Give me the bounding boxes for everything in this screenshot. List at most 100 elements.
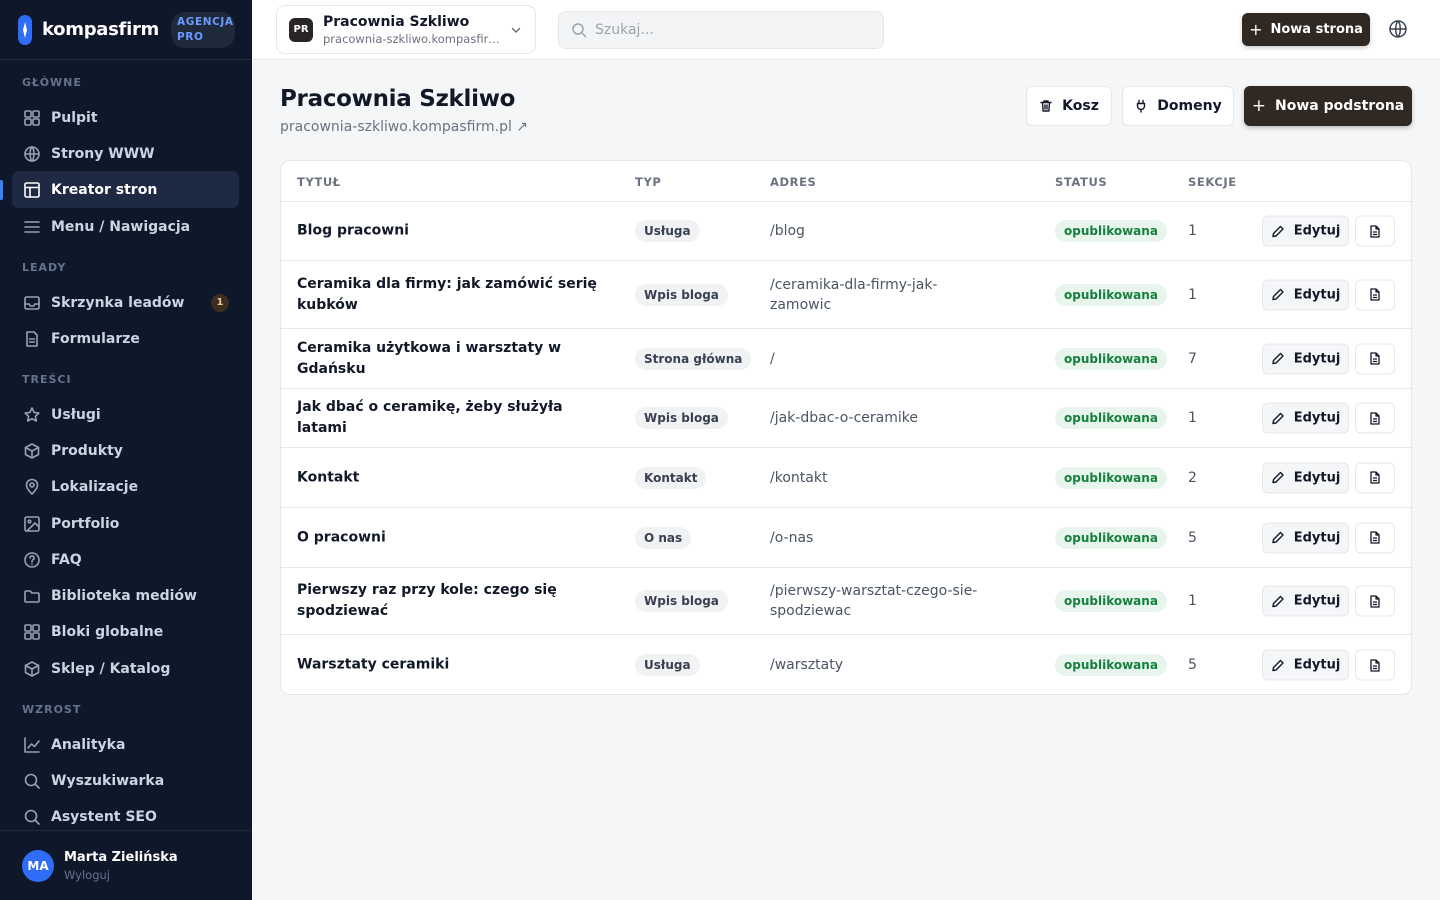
page-title-cell[interactable]: Warsztaty ceramiki [297, 655, 597, 676]
sidebar-item-menu-nawigacja[interactable]: Menu / Nawigacja [12, 208, 239, 245]
table-row[interactable]: Ceramika użytkowa i warsztaty w Gdańsku S… [281, 329, 1411, 389]
brand[interactable]: kompasfirm AGENCJA PRO [0, 0, 252, 60]
search-input[interactable] [595, 22, 875, 38]
edit-button[interactable]: Edytuj [1262, 649, 1349, 681]
preview-button[interactable] [1355, 649, 1395, 681]
preview-button[interactable] [1355, 402, 1395, 434]
sidebar-item-skrzynka-leadow[interactable]: Skrzynka leadów 1 [12, 284, 239, 321]
sidebar-item-portfolio[interactable]: Portfolio [12, 505, 239, 542]
active-indicator [0, 180, 3, 200]
site-link[interactable]: pracownia-szkliwo.kompasfirm.pl ↗ [280, 119, 528, 135]
box-icon [24, 442, 40, 459]
site-name: Pracownia Szkliwo [323, 13, 470, 30]
page-title-cell[interactable]: Blog pracowni [297, 221, 597, 242]
page-title-cell[interactable]: Jak dbać o ceramikę, żeby służyła latami [297, 397, 597, 439]
document-icon [1370, 224, 1380, 238]
sidebar-item-strony-www[interactable]: Strony WWW [12, 135, 239, 172]
sidebar-item-produkty[interactable]: Produkty [12, 432, 239, 469]
edit-button[interactable]: Edytuj [1262, 522, 1349, 553]
sidebar-item-lokalizacje[interactable]: Lokalizacje [12, 468, 239, 505]
sections-count: 1 [1188, 410, 1197, 426]
document-icon [1370, 594, 1380, 608]
type-badge: Usługa [635, 654, 700, 676]
status-badge: opublikowana [1055, 220, 1167, 242]
sections-count: 7 [1188, 350, 1197, 367]
address-cell: /blog [770, 223, 805, 239]
edit-button[interactable]: Edytuj [1262, 215, 1349, 247]
document-icon [1370, 288, 1380, 301]
sidebar-item-uslugi[interactable]: Usługi [12, 396, 239, 433]
menu-icon [24, 220, 40, 233]
col-address: ADRES [770, 175, 817, 189]
logout-link[interactable]: Wyloguj [64, 868, 178, 882]
table-row[interactable]: Ceramika dla firmy: jak zamówić serię ku… [281, 261, 1411, 329]
edit-button[interactable]: Edytuj [1262, 343, 1349, 374]
sections-count: 5 [1188, 657, 1197, 673]
preview-button[interactable] [1355, 215, 1395, 247]
page-title-cell[interactable]: Ceramika użytkowa i warsztaty w Gdańsku [297, 338, 597, 380]
page-title-cell[interactable]: O pracowni [297, 527, 597, 548]
sidebar-item-sklep-katalog[interactable]: Sklep / Katalog [12, 650, 239, 687]
edit-label: Edytuj [1293, 530, 1341, 545]
help-icon [24, 551, 40, 568]
trash-button[interactable]: Kosz [1026, 86, 1112, 126]
user-name: Marta Zielińska [64, 849, 178, 865]
trash-label: Kosz [1062, 98, 1099, 114]
address-cell: /kontakt [770, 469, 828, 486]
table-row[interactable]: Pierwszy raz przy kole: czego się spodzi… [281, 568, 1411, 635]
page-title-cell[interactable]: Ceramika dla firmy: jak zamówić serię ku… [297, 274, 597, 316]
sidebar-item-analityka[interactable]: Analityka [12, 726, 239, 763]
sidebar-item-bloki-globalne[interactable]: Bloki globalne [12, 613, 239, 650]
domains-button[interactable]: Domeny [1122, 86, 1234, 126]
sections-count: 2 [1188, 469, 1197, 486]
document-icon [1370, 658, 1380, 672]
trash-icon [1040, 100, 1052, 112]
edit-button[interactable]: Edytuj [1262, 585, 1349, 617]
sections-count: 5 [1188, 529, 1197, 546]
table-row[interactable]: Warsztaty ceramiki Usługa/warsztaty opubli… [281, 635, 1411, 694]
table-row[interactable]: Jak dbać o ceramikę, żeby służyła latami… [281, 389, 1411, 448]
col-sections: SEKCJE [1188, 175, 1237, 189]
site-avatar: PR [289, 17, 313, 42]
new-page-label: Nowa strona [1270, 22, 1363, 37]
new-subpage-button[interactable]: + Nowa podstrona [1244, 86, 1412, 126]
language-globe-icon[interactable] [1388, 19, 1408, 39]
edit-button[interactable]: Edytuj [1262, 462, 1349, 493]
page-title-cell[interactable]: Pierwszy raz przy kole: czego się spodzi… [297, 580, 597, 622]
sidebar-item-pulpit[interactable]: Pulpit [12, 99, 239, 136]
sidebar-item-biblioteka-mediow[interactable]: Biblioteka mediów [12, 577, 239, 614]
new-page-button[interactable]: + Nowa strona [1242, 13, 1370, 46]
sidebar-item-label: Portfolio [51, 515, 120, 532]
preview-button[interactable] [1355, 279, 1395, 310]
leads-count-badge: 1 [211, 293, 229, 312]
sections-count: 1 [1188, 223, 1197, 239]
sidebar-item-formularze[interactable]: Formularze [12, 320, 239, 357]
edit-button[interactable]: Edytuj [1262, 402, 1349, 434]
preview-button[interactable] [1355, 522, 1395, 553]
site-switcher[interactable]: PR Pracownia Szkliwo pracownia-szkliwo.k… [276, 5, 536, 54]
sidebar-item-kreator-stron[interactable]: Kreator stron [12, 171, 239, 208]
sidebar-item-label: Asystent SEO [51, 808, 157, 825]
sections-count: 1 [1188, 286, 1197, 303]
preview-button[interactable] [1355, 462, 1395, 493]
avatar[interactable]: MA [22, 849, 54, 882]
search-icon [24, 773, 40, 789]
type-badge: Strona główna [635, 347, 752, 370]
plus-icon: + [1251, 96, 1267, 116]
table-row[interactable]: Blog pracowni Usługa/blog opublikowana 1 Edy… [281, 202, 1411, 261]
preview-button[interactable] [1355, 585, 1395, 617]
sidebar-item-wyszukiwarka[interactable]: Wyszukiwarka [12, 762, 239, 799]
table-row[interactable]: Kontakt Kontakt/kontakt opublikowana 2 Edytu… [281, 448, 1411, 508]
edit-button[interactable]: Edytuj [1262, 279, 1349, 310]
sidebar-item-label: Usługi [51, 406, 101, 423]
status-badge: opublikowana [1055, 590, 1167, 612]
pencil-icon [1272, 471, 1284, 484]
sidebar-item-faq[interactable]: FAQ [12, 541, 239, 578]
preview-button[interactable] [1355, 343, 1395, 374]
table-row[interactable]: O pracowni O nas/o-nas opublikowana 5 Edytuj [281, 508, 1411, 568]
new-subpage-label: Nowa podstrona [1275, 98, 1405, 114]
pencil-icon [1272, 225, 1284, 237]
pencil-icon [1272, 659, 1284, 671]
pencil-icon [1272, 412, 1284, 424]
page-title-cell[interactable]: Kontakt [297, 467, 597, 488]
